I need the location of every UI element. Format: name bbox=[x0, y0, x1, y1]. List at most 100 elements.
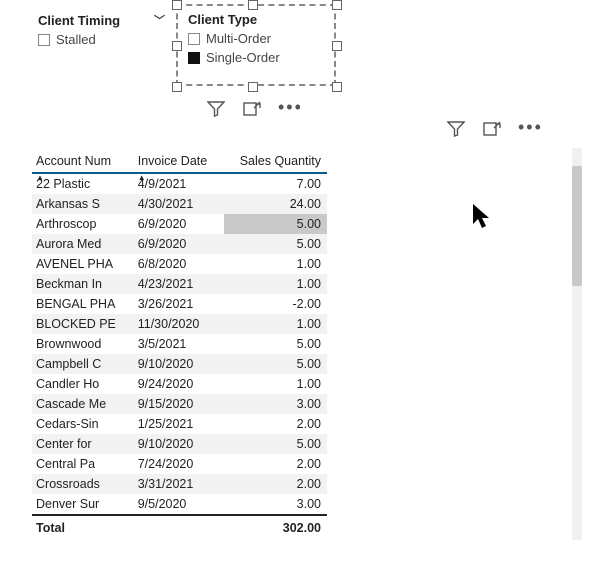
resize-handle[interactable] bbox=[172, 41, 182, 51]
cell-sales-qty: 2.00 bbox=[224, 474, 327, 494]
cell-invoice-date: 3/26/2021 bbox=[134, 294, 224, 314]
more-options-icon[interactable]: ••• bbox=[518, 122, 543, 136]
table-row[interactable]: Center for9/10/20205.00 bbox=[32, 434, 327, 454]
checkbox-unchecked[interactable] bbox=[38, 34, 50, 46]
filter-icon[interactable] bbox=[446, 120, 466, 138]
table-row[interactable]: Campbell C9/10/20205.00 bbox=[32, 354, 327, 374]
cell-sales-qty: 3.00 bbox=[224, 394, 327, 414]
table-row[interactable]: Brownwood3/5/20215.00 bbox=[32, 334, 327, 354]
cell-sales-qty: 2.00 bbox=[224, 414, 327, 434]
table-row[interactable]: Aurora Med6/9/20205.00 bbox=[32, 234, 327, 254]
cell-account: Candler Ho bbox=[32, 374, 134, 394]
cell-sales-qty: 1.00 bbox=[224, 274, 327, 294]
table-row[interactable]: Cascade Me9/15/20203.00 bbox=[32, 394, 327, 414]
visual-action-bar: ••• bbox=[446, 120, 543, 138]
cell-sales-qty: 3.00 bbox=[224, 494, 327, 515]
cell-account: Center for bbox=[32, 434, 134, 454]
focus-mode-icon[interactable] bbox=[482, 120, 502, 138]
cell-invoice-date: 9/24/2020 bbox=[134, 374, 224, 394]
scrollbar-thumb[interactable] bbox=[572, 166, 582, 286]
table-row[interactable]: BLOCKED PE11/30/20201.00 bbox=[32, 314, 327, 334]
table-row[interactable]: Denver Sur9/5/20203.00 bbox=[32, 494, 327, 515]
cell-sales-qty: -2.00 bbox=[224, 294, 327, 314]
table-row[interactable]: AVENEL PHA6/8/20201.00 bbox=[32, 254, 327, 274]
slicer-item[interactable]: Stalled bbox=[34, 30, 169, 49]
table-row[interactable]: Candler Ho9/24/20201.00 bbox=[32, 374, 327, 394]
slicer-header[interactable]: Client Type bbox=[184, 10, 324, 29]
resize-handle[interactable] bbox=[172, 82, 182, 92]
cell-invoice-date: 9/5/2020 bbox=[134, 494, 224, 515]
cell-account: Campbell C bbox=[32, 354, 134, 374]
cell-sales-qty: 1.00 bbox=[224, 374, 327, 394]
cell-invoice-date: 6/9/2020 bbox=[134, 214, 224, 234]
cell-invoice-date: 4/23/2021 bbox=[134, 274, 224, 294]
table-row[interactable]: Crossroads3/31/20212.00 bbox=[32, 474, 327, 494]
column-header-sales-qty[interactable]: Sales Quantity bbox=[224, 150, 327, 173]
cell-invoice-date: 3/5/2021 bbox=[134, 334, 224, 354]
data-table-visual[interactable]: Account Num ▲ Invoice Date ▲ Sales Quant… bbox=[32, 150, 327, 540]
checkbox-checked[interactable] bbox=[188, 52, 200, 64]
cell-sales-qty: 5.00 bbox=[224, 234, 327, 254]
resize-handle[interactable] bbox=[248, 82, 258, 92]
cell-account: Crossroads bbox=[32, 474, 134, 494]
focus-mode-icon[interactable] bbox=[242, 100, 262, 118]
cell-account: Brownwood bbox=[32, 334, 134, 354]
checkbox-unchecked[interactable] bbox=[188, 33, 200, 45]
cell-invoice-date: 9/15/2020 bbox=[134, 394, 224, 414]
cell-account: 22 Plastic bbox=[32, 173, 134, 194]
cell-invoice-date: 1/25/2021 bbox=[134, 414, 224, 434]
table-row[interactable]: BENGAL PHA3/26/2021-2.00 bbox=[32, 294, 327, 314]
resize-handle[interactable] bbox=[332, 41, 342, 51]
resize-handle[interactable] bbox=[248, 0, 258, 10]
slicer-item-label: Stalled bbox=[56, 32, 96, 47]
cell-sales-qty: 5.00 bbox=[224, 334, 327, 354]
cell-sales-qty: 2.00 bbox=[224, 454, 327, 474]
column-header-label: Account Num bbox=[36, 154, 111, 168]
slicer-client-timing[interactable]: Client Timing ﹀ Stalled bbox=[34, 10, 169, 49]
slicer-item[interactable]: Multi-Order bbox=[184, 29, 324, 48]
slicer-title: Client Type bbox=[188, 12, 257, 27]
slicer-item-label: Multi-Order bbox=[206, 31, 271, 46]
cell-sales-qty: 5.00 bbox=[224, 434, 327, 454]
cell-invoice-date: 7/24/2020 bbox=[134, 454, 224, 474]
cell-invoice-date: 11/30/2020 bbox=[134, 314, 224, 334]
table-row[interactable]: Arthroscop6/9/20205.00 bbox=[32, 214, 327, 234]
mouse-cursor bbox=[472, 203, 494, 234]
column-header-invoice-date[interactable]: Invoice Date ▲ bbox=[134, 150, 224, 173]
slicer-header[interactable]: Client Timing ﹀ bbox=[34, 10, 169, 30]
resize-handle[interactable] bbox=[332, 82, 342, 92]
column-header-label: Sales Quantity bbox=[240, 154, 321, 168]
sort-asc-icon: ▲ bbox=[36, 173, 44, 182]
resize-handle[interactable] bbox=[332, 0, 342, 10]
table-row[interactable]: 22 Plastic4/9/20217.00 bbox=[32, 173, 327, 194]
column-header-label: Invoice Date bbox=[138, 154, 207, 168]
table-row[interactable]: Cedars-Sin1/25/20212.00 bbox=[32, 414, 327, 434]
table-total-row: Total 302.00 bbox=[32, 515, 327, 540]
slicer-item-label: Single-Order bbox=[206, 50, 280, 65]
table-row[interactable]: Arkansas S4/30/202124.00 bbox=[32, 194, 327, 214]
table-row[interactable]: Central Pa7/24/20202.00 bbox=[32, 454, 327, 474]
total-value: 302.00 bbox=[224, 515, 327, 540]
chevron-down-icon[interactable]: ﹀ bbox=[154, 12, 165, 28]
cell-sales-qty: 1.00 bbox=[224, 254, 327, 274]
table-row[interactable]: Beckman In4/23/20211.00 bbox=[32, 274, 327, 294]
cell-account: Arkansas S bbox=[32, 194, 134, 214]
cell-account: BENGAL PHA bbox=[32, 294, 134, 314]
filter-icon[interactable] bbox=[206, 100, 226, 118]
scrollbar-track[interactable] bbox=[572, 148, 582, 540]
cell-account: Central Pa bbox=[32, 454, 134, 474]
cell-account: Denver Sur bbox=[32, 494, 134, 515]
more-options-icon[interactable]: ••• bbox=[278, 102, 303, 116]
cell-account: Arthroscop bbox=[32, 214, 134, 234]
resize-handle[interactable] bbox=[172, 0, 182, 10]
slicer-client-type[interactable]: Client Type Multi-Order Single-Order bbox=[184, 10, 324, 67]
slicer-item[interactable]: Single-Order bbox=[184, 48, 324, 67]
cell-account: Cascade Me bbox=[32, 394, 134, 414]
cell-sales-qty: 24.00 bbox=[224, 194, 327, 214]
cell-account: Cedars-Sin bbox=[32, 414, 134, 434]
table-header-row: Account Num ▲ Invoice Date ▲ Sales Quant… bbox=[32, 150, 327, 173]
cell-sales-qty: 5.00 bbox=[224, 214, 327, 234]
cell-account: Aurora Med bbox=[32, 234, 134, 254]
cell-invoice-date: 4/9/2021 bbox=[134, 173, 224, 194]
column-header-account[interactable]: Account Num ▲ bbox=[32, 150, 134, 173]
